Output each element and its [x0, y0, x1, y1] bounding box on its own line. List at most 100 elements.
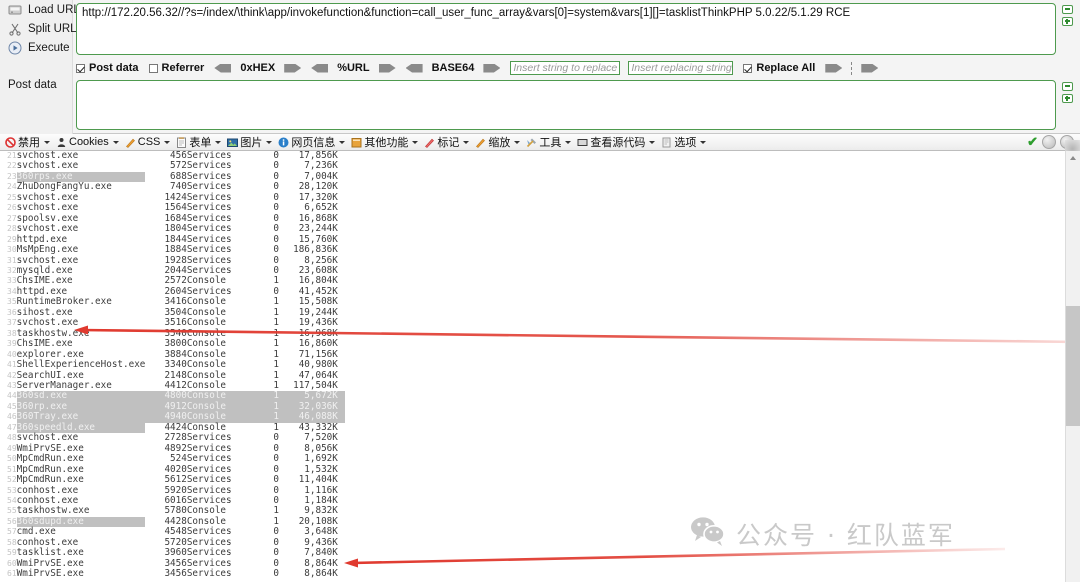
hackbar-sidebar [0, 0, 73, 134]
url-encode-icon[interactable] [378, 63, 396, 73]
chevron-down-icon[interactable] [463, 140, 470, 144]
toolbar-item-view-source[interactable]: 查看源代码 [574, 135, 658, 150]
row-line-number: 52 [7, 475, 17, 485]
row-session-number: 0 [273, 568, 279, 580]
url-box-resize-controls[interactable] [1062, 5, 1073, 29]
url-input[interactable]: http://172.20.56.32//?s=/index/\think\ap… [76, 3, 1056, 55]
row-line-number: 26 [7, 203, 17, 213]
hex-decode-icon[interactable] [214, 63, 232, 73]
row-mem-unit: K [332, 474, 338, 486]
resize-icon [475, 137, 486, 148]
row-line-number: 23 [7, 171, 17, 181]
referrer-checkbox-group[interactable]: Referrer [148, 62, 205, 74]
postdata-box-resize-controls[interactable] [1062, 82, 1073, 106]
hex-encoder-group[interactable]: 0xHEX [214, 62, 302, 74]
url-decode-icon[interactable] [311, 63, 329, 73]
row-line-number: 30 [7, 245, 17, 255]
toolbar-item-disable[interactable]: 禁用 [2, 135, 53, 150]
chevron-down-icon[interactable] [514, 140, 521, 144]
toolbar-item-options[interactable]: 选项 [658, 135, 709, 150]
toolbar-item-page-info-label: 网页信息 [291, 137, 336, 149]
referrer-checkbox-label: Referrer [161, 62, 205, 74]
hex-encode-icon[interactable] [284, 63, 302, 73]
base64-encoder-group[interactable]: BASE64 [405, 62, 501, 74]
row-line-number: 34 [7, 286, 17, 296]
referrer-checkbox[interactable] [148, 63, 158, 73]
row-mem-unit: K [332, 568, 338, 580]
toolbar-item-cookies-label: Cookies [69, 136, 109, 148]
toolbar-item-resize[interactable]: 缩放 [472, 135, 523, 150]
view-source-icon [577, 137, 588, 148]
toolbar-item-misc-label: 其他功能 [364, 137, 409, 149]
row-line-number: 49 [7, 443, 17, 453]
vertical-scrollbar[interactable] [1065, 151, 1080, 582]
url-grow-button[interactable] [1062, 17, 1073, 26]
postdata-grow-button[interactable] [1062, 94, 1073, 103]
row-image-name: MsMpEng.exe [16, 244, 79, 256]
toolbar-divider [851, 61, 853, 75]
grey-dot-icon-1[interactable] [1042, 135, 1056, 149]
toolbar-item-outline-label: 标记 [437, 137, 460, 149]
load-url-button[interactable]: Load URL [8, 3, 80, 17]
row-session-name: Services [186, 568, 232, 580]
row-line-number: 41 [7, 360, 17, 370]
url-shrink-button[interactable] [1062, 5, 1073, 14]
row-pid: 5612 [164, 474, 187, 486]
split-url-button[interactable]: Split URL [8, 22, 77, 36]
chevron-down-icon[interactable] [266, 140, 273, 144]
toolbar-item-outline[interactable]: 标记 [421, 135, 472, 150]
postdata-shrink-button[interactable] [1062, 82, 1073, 91]
row-image-name: WmiPrvSE.exe [16, 568, 84, 580]
load-url-icon [8, 3, 22, 17]
replace-apply-icon[interactable] [825, 63, 843, 73]
toolbar-item-css[interactable]: CSS [122, 135, 174, 150]
toolbar-item-disable-label: 禁用 [18, 137, 40, 149]
chevron-down-icon[interactable] [112, 140, 119, 144]
row-line-number: 36 [7, 307, 17, 317]
options-icon [661, 137, 672, 148]
base64-decode-icon[interactable] [405, 63, 423, 73]
chevron-down-icon[interactable] [164, 140, 171, 144]
toolbar-item-tools[interactable]: 工具 [523, 135, 574, 150]
chevron-down-icon[interactable] [412, 140, 419, 144]
chevron-down-icon[interactable] [700, 140, 707, 144]
post-data-section-label: Post data [8, 79, 57, 91]
row-line-number: 61 [7, 569, 17, 579]
search-input[interactable]: Insert string to replace [510, 61, 621, 75]
chevron-down-icon[interactable] [215, 140, 222, 144]
web-developer-toolbar: 禁用 Cookies CSS 表单 图片 网页信息 其他功能 标记 缩放 工具 … [0, 134, 1080, 151]
chevron-down-icon[interactable] [44, 140, 50, 144]
check-icon[interactable]: ✔ [1027, 135, 1038, 148]
row-line-number: 39 [7, 339, 17, 349]
toolbar-item-cookies[interactable]: Cookies [53, 135, 122, 150]
chevron-down-icon[interactable] [339, 140, 346, 144]
load-url-label: Load URL [28, 4, 80, 16]
post-data-checkbox[interactable] [76, 63, 85, 73]
row-line-number: 58 [7, 537, 17, 547]
toolbar-item-resize-label: 缩放 [488, 137, 511, 149]
row-line-number: 55 [7, 506, 17, 516]
toolbar-item-images[interactable]: 图片 [224, 135, 275, 150]
post-data-checkbox-group[interactable]: Post data [76, 62, 139, 74]
toolbar-item-options-label: 选项 [674, 137, 697, 149]
url-encoder-group[interactable]: %URL [311, 62, 396, 74]
search-replace-group[interactable]: Insert string to replace Insert replacin… [510, 61, 734, 75]
toolbar-item-page-info[interactable]: 网页信息 [275, 135, 348, 150]
toolbar-item-misc[interactable]: 其他功能 [348, 135, 421, 150]
replace-all-group[interactable]: Replace All [743, 61, 879, 75]
scroll-up-button[interactable] [1066, 151, 1080, 166]
replace-input[interactable]: Insert replacing string [628, 61, 734, 75]
post-data-input[interactable] [76, 80, 1056, 130]
chevron-down-icon[interactable] [649, 140, 656, 144]
replace-extra-icon[interactable] [861, 63, 879, 73]
base64-encode-icon[interactable] [483, 63, 501, 73]
replace-all-label: Replace All [756, 62, 816, 74]
execute-button[interactable]: Execute [8, 41, 70, 55]
replace-all-checkbox[interactable] [743, 63, 753, 73]
scrollbar-thumb[interactable] [1066, 306, 1080, 426]
forms-icon [176, 136, 187, 148]
toolbar-item-forms[interactable]: 表单 [173, 135, 224, 150]
row-line-number: 48 [7, 433, 17, 443]
row-session-name: Services [186, 474, 232, 486]
chevron-down-icon[interactable] [565, 140, 572, 144]
